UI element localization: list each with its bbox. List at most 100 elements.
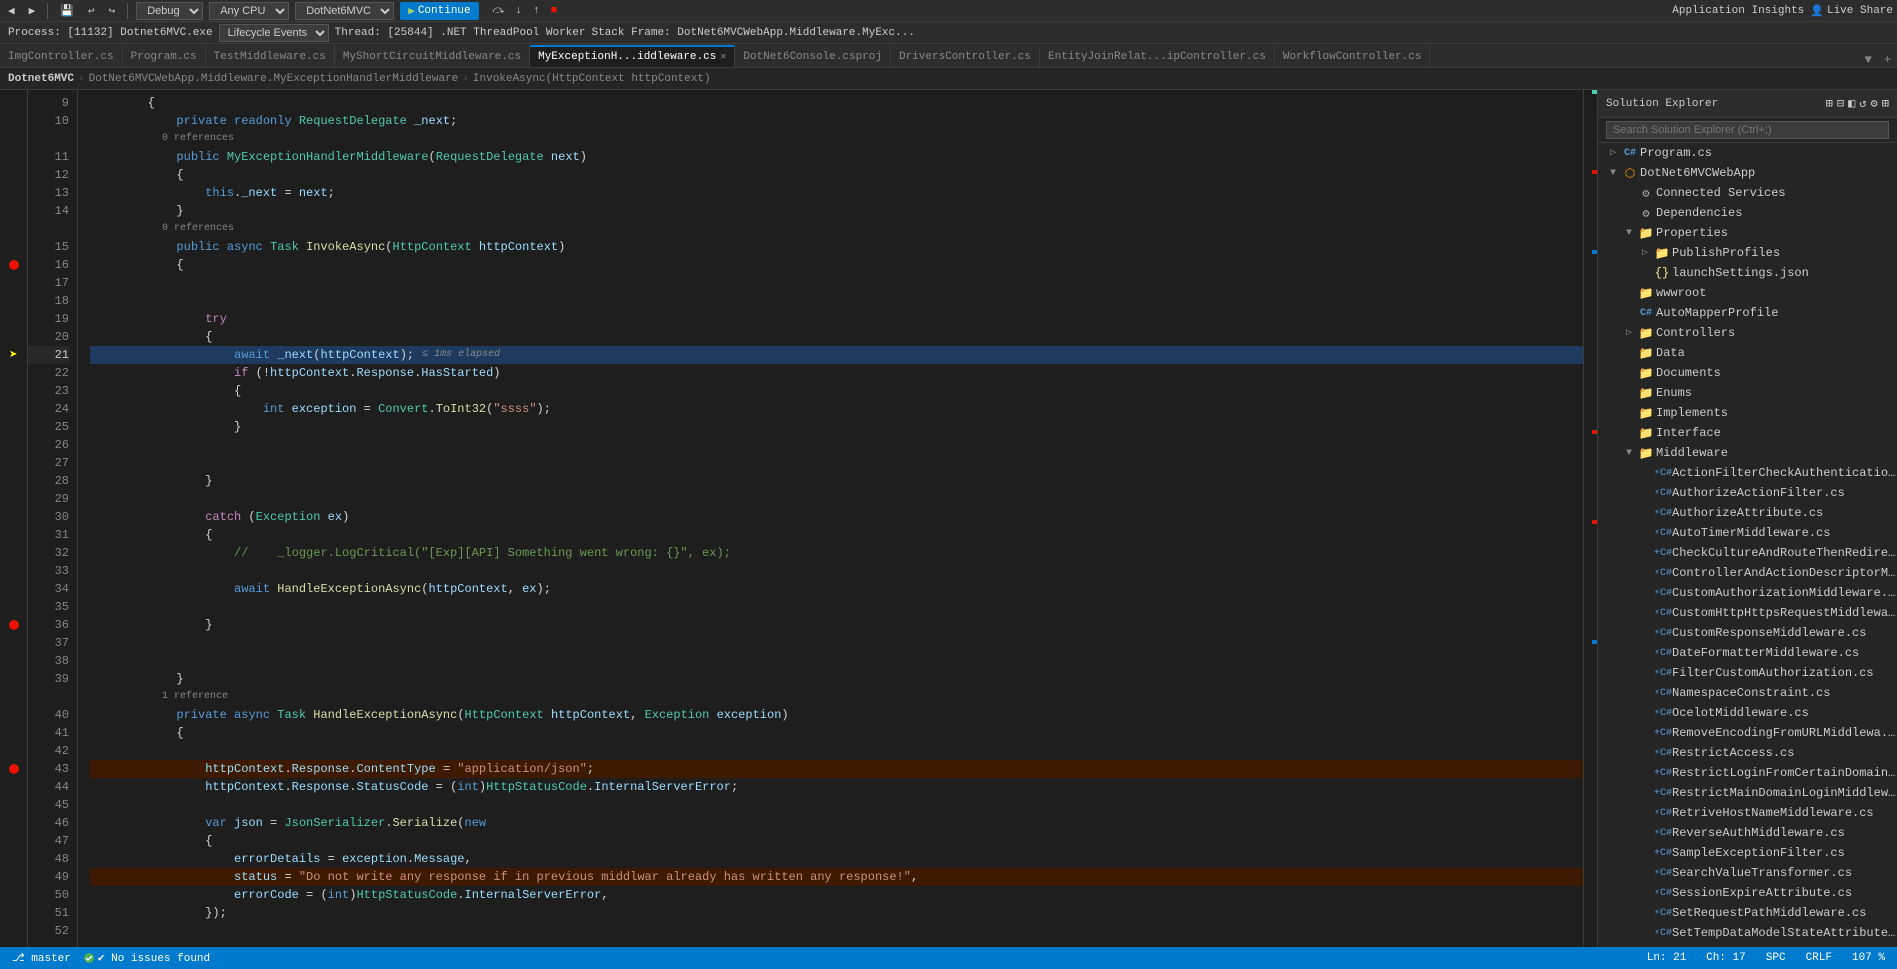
tree-item-connected-services[interactable]: ⚙ Connected Services [1598,183,1897,203]
tree-item-authorizeactionfilter[interactable]: ⚡C# AuthorizeActionFilter.cs [1598,483,1897,503]
tree-item-authorizeattr[interactable]: ⚡C# AuthorizeAttribute.cs [1598,503,1897,523]
tree-item-autotimer[interactable]: ⚡C# AutoTimerMiddleware.cs [1598,523,1897,543]
tree-item-data[interactable]: 📁 Data [1598,343,1897,363]
tree-item-setrequestpath[interactable]: ⚡C# SetRequestPathMiddleware.cs [1598,903,1897,923]
code-line [90,436,1583,454]
tree-item-filtercustom[interactable]: ⚡C# FilterCustomAuthorization.cs [1598,663,1897,683]
tree-item-enums[interactable]: 📁 Enums [1598,383,1897,403]
forward-btn[interactable]: ▶ [25,3,40,19]
tree-item-implements[interactable]: 📁 Implements [1598,403,1897,423]
code-line: { [90,256,1583,274]
tree-item-automapper[interactable]: C# AutoMapperProfile [1598,303,1897,323]
tree-item-testmiddleware[interactable]: ⚡C# TestMiddleware.cs [1598,943,1897,947]
debug-dropdown[interactable]: Debug [136,2,203,20]
se-refresh-btn[interactable]: ↺ [1859,96,1866,111]
tree-item-label: SetTempDataModelStateAttribute.cs [1672,926,1897,940]
new-tab-btn[interactable]: + [1878,53,1897,67]
back-btn[interactable]: ◀ [4,3,19,19]
tab-myshortcircuit[interactable]: MyShortCircuitMiddleware.cs [335,45,530,67]
step-over-btn[interactable]: ⤼ [489,4,509,18]
continue-button[interactable]: ▶ Continue [400,2,478,20]
se-settings-btn[interactable]: ⚙ [1871,96,1878,111]
step-into-btn[interactable]: ↓ [511,4,526,18]
tree-item-restrictmain[interactable]: +C# RestrictMainDomainLoginMiddleware... [1598,783,1897,803]
tree-item-restrictaccess[interactable]: ⚡C# RestrictAccess.cs [1598,743,1897,763]
tree-item-program[interactable]: ▷ C# Program.cs [1598,143,1897,163]
tree-item-project[interactable]: ▼ ⬡ DotNet6MVCWebApp [1598,163,1897,183]
tree-item-properties[interactable]: ▼ 📁 Properties [1598,223,1897,243]
cs-icon: ⚡C# [1654,927,1670,939]
tree-item-label: DotNet6MVCWebApp [1640,166,1755,180]
tree-item-sampleexception[interactable]: +C# SampleExceptionFilter.cs [1598,843,1897,863]
stop-btn[interactable]: ■ [547,4,562,18]
tree-item-customhttps[interactable]: ⚡C# CustomHttpHttpsRequestMiddleware... [1598,603,1897,623]
cs-icon: C# [1638,308,1654,319]
tree-item-launchsettings[interactable]: {} launchSettings.json [1598,263,1897,283]
undo-btn[interactable]: ↩ [84,3,99,19]
tab-program[interactable]: Program.cs [123,45,206,67]
tree-item-namespace[interactable]: ⚡C# NamespaceConstraint.cs [1598,683,1897,703]
tabs-overflow-btn[interactable]: ▼ [1859,53,1878,67]
tree-item-label: Controllers [1656,326,1735,340]
se-view-btn[interactable]: ◧ [1848,96,1855,111]
tab-workflow[interactable]: WorkflowController.cs [1275,45,1431,67]
cpu-dropdown[interactable]: Any CPU [209,2,289,20]
tab-entityjoin[interactable]: EntityJoinRelat...ipController.cs [1040,45,1275,67]
tree-item-dateformatter[interactable]: ⚡C# DateFormatterMiddleware.cs [1598,643,1897,663]
spc-status[interactable]: SPC [1762,952,1790,964]
tree-item-interface[interactable]: 📁 Interface [1598,423,1897,443]
tab-myexception[interactable]: MyExceptionH...iddleware.cs ✕ [530,45,735,67]
framework-dropdown[interactable]: DotNet6MVC [295,2,394,20]
se-expand-btn[interactable]: ⊞ [1882,96,1889,111]
tree-item-controllers[interactable]: ▷ 📁 Controllers [1598,323,1897,343]
live-share-button[interactable]: 👤 Live Share [1810,4,1893,18]
tree-item-wwwroot[interactable]: 📁 wwwroot [1598,283,1897,303]
tree-item-restrictlogin[interactable]: +C# RestrictLoginFromCertainDomainMi... [1598,763,1897,783]
thread-label: Thread: [25844] .NET ThreadPool Worker [335,27,586,39]
tree-item-dependencies[interactable]: ⚙ Dependencies [1598,203,1897,223]
tree-item-sessionexpire[interactable]: ⚡C# SessionExpireAttribute.cs [1598,883,1897,903]
se-search-input[interactable] [1606,121,1889,139]
tree-item-retrivehost[interactable]: ⚡C# RetriveHostNameMiddleware.cs [1598,803,1897,823]
tab-console-csproj[interactable]: DotNet6Console.csproj [735,45,891,67]
tree-item-searchvalue[interactable]: ⚡C# SearchValueTransformer.cs [1598,863,1897,883]
tree-item-removeencoding[interactable]: +C# RemoveEncodingFromURLMiddlewa... [1598,723,1897,743]
cs-icon: ⚡C# [1654,687,1670,699]
code-line: { [90,166,1583,184]
tab-drivers[interactable]: DriversController.cs [891,45,1040,67]
step-out-btn[interactable]: ↑ [529,4,544,18]
tree-item-customresponse[interactable]: ⚡C# CustomResponseMiddleware.cs [1598,623,1897,643]
tree-item-controllerdesc[interactable]: ⚡C# ControllerAndActionDescriptorMidd... [1598,563,1897,583]
code-line: errorDetails = exception.Message, [90,850,1583,868]
tree-item-actionfilter[interactable]: ⚡C# ActionFilterCheckAuthentication.cs [1598,463,1897,483]
save-btn[interactable]: 💾 [56,3,78,19]
tree-item-label: Interface [1656,426,1721,440]
tree-item-middleware[interactable]: ▼ 📁 Middleware [1598,443,1897,463]
tree-item-label: CustomAuthorizationMiddleware.cs [1672,586,1897,600]
tree-item-ocelot[interactable]: ⚡C# OcelotMiddleware.cs [1598,703,1897,723]
tab-testmiddleware[interactable]: TestMiddleware.cs [206,45,335,67]
se-filter-btn[interactable]: ⊞ [1826,96,1833,111]
tab-close-btn[interactable]: ✕ [720,51,726,63]
tree-item-publishprofiles[interactable]: ▷ 📁 PublishProfiles [1598,243,1897,263]
tree-item-checkculture[interactable]: +C# CheckCultureAndRouteThenRedirect [1598,543,1897,563]
tree-item-label: AuthorizeAttribute.cs [1672,506,1823,520]
se-collapse-btn[interactable]: ⊟ [1837,96,1844,111]
se-header: Solution Explorer ⊞ ⊟ ◧ ↺ ⚙ ⊞ [1598,90,1897,118]
lifecycle-dropdown[interactable]: Lifecycle Events [219,24,329,42]
ai-insights-button[interactable]: Application Insights [1672,5,1804,17]
code-line: } [90,670,1583,688]
tree-item-customauth[interactable]: ⚡C# CustomAuthorizationMiddleware.cs [1598,583,1897,603]
tree-item-settempdata[interactable]: ⚡C# SetTempDataModelStateAttribute.cs [1598,923,1897,943]
tab-imgcontroller[interactable]: ImgController.cs [0,45,123,67]
git-branch[interactable]: ⎇ master [8,951,75,965]
breakpoint-43 [9,764,19,774]
code-content[interactable]: { private readonly RequestDelegate _next… [78,90,1583,947]
code-line-ref: 0 references [90,220,1583,238]
crlf-status[interactable]: CRLF [1802,952,1836,964]
tree-item-documents[interactable]: 📁 Documents [1598,363,1897,383]
zoom-status[interactable]: 107 % [1848,952,1889,964]
tree-item-reverseauth[interactable]: ⚡C# ReverseAuthMiddleware.cs [1598,823,1897,843]
redo-btn[interactable]: ↪ [105,3,120,19]
code-line [90,454,1583,472]
